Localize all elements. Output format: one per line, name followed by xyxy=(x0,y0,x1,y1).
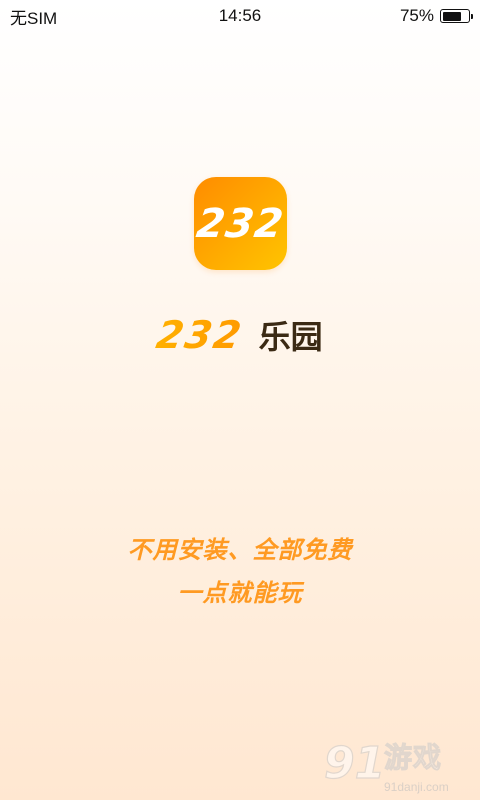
battery-icon xyxy=(440,9,473,23)
watermark-domain: 91danji.com xyxy=(384,780,449,794)
app-icon: 232 xyxy=(194,177,287,270)
status-bar: 无SIM 14:56 75% xyxy=(0,0,480,32)
brand-name: 乐园 xyxy=(258,318,323,356)
slogan-line-1: 不用安装、全部免费 xyxy=(127,536,353,564)
watermark-logo-text: 91 xyxy=(324,738,382,786)
brand-number: 232 xyxy=(153,313,247,357)
watermark-name: 游戏 xyxy=(383,741,443,775)
watermark-logo: 91 xyxy=(323,737,382,786)
app-icon-label: 232 xyxy=(194,200,287,247)
slogan-line-2: 一点就能玩 xyxy=(177,579,303,607)
brand-title: 232 乐园 xyxy=(0,312,480,358)
battery-percent: 75% xyxy=(399,6,434,25)
status-right: 75% xyxy=(399,6,473,26)
watermark: 91 游戏 91danji.com xyxy=(322,734,472,794)
battery-level-fill xyxy=(442,11,462,21)
status-left: 无SIM xyxy=(10,4,57,29)
carrier-label: 无SIM xyxy=(10,8,58,28)
